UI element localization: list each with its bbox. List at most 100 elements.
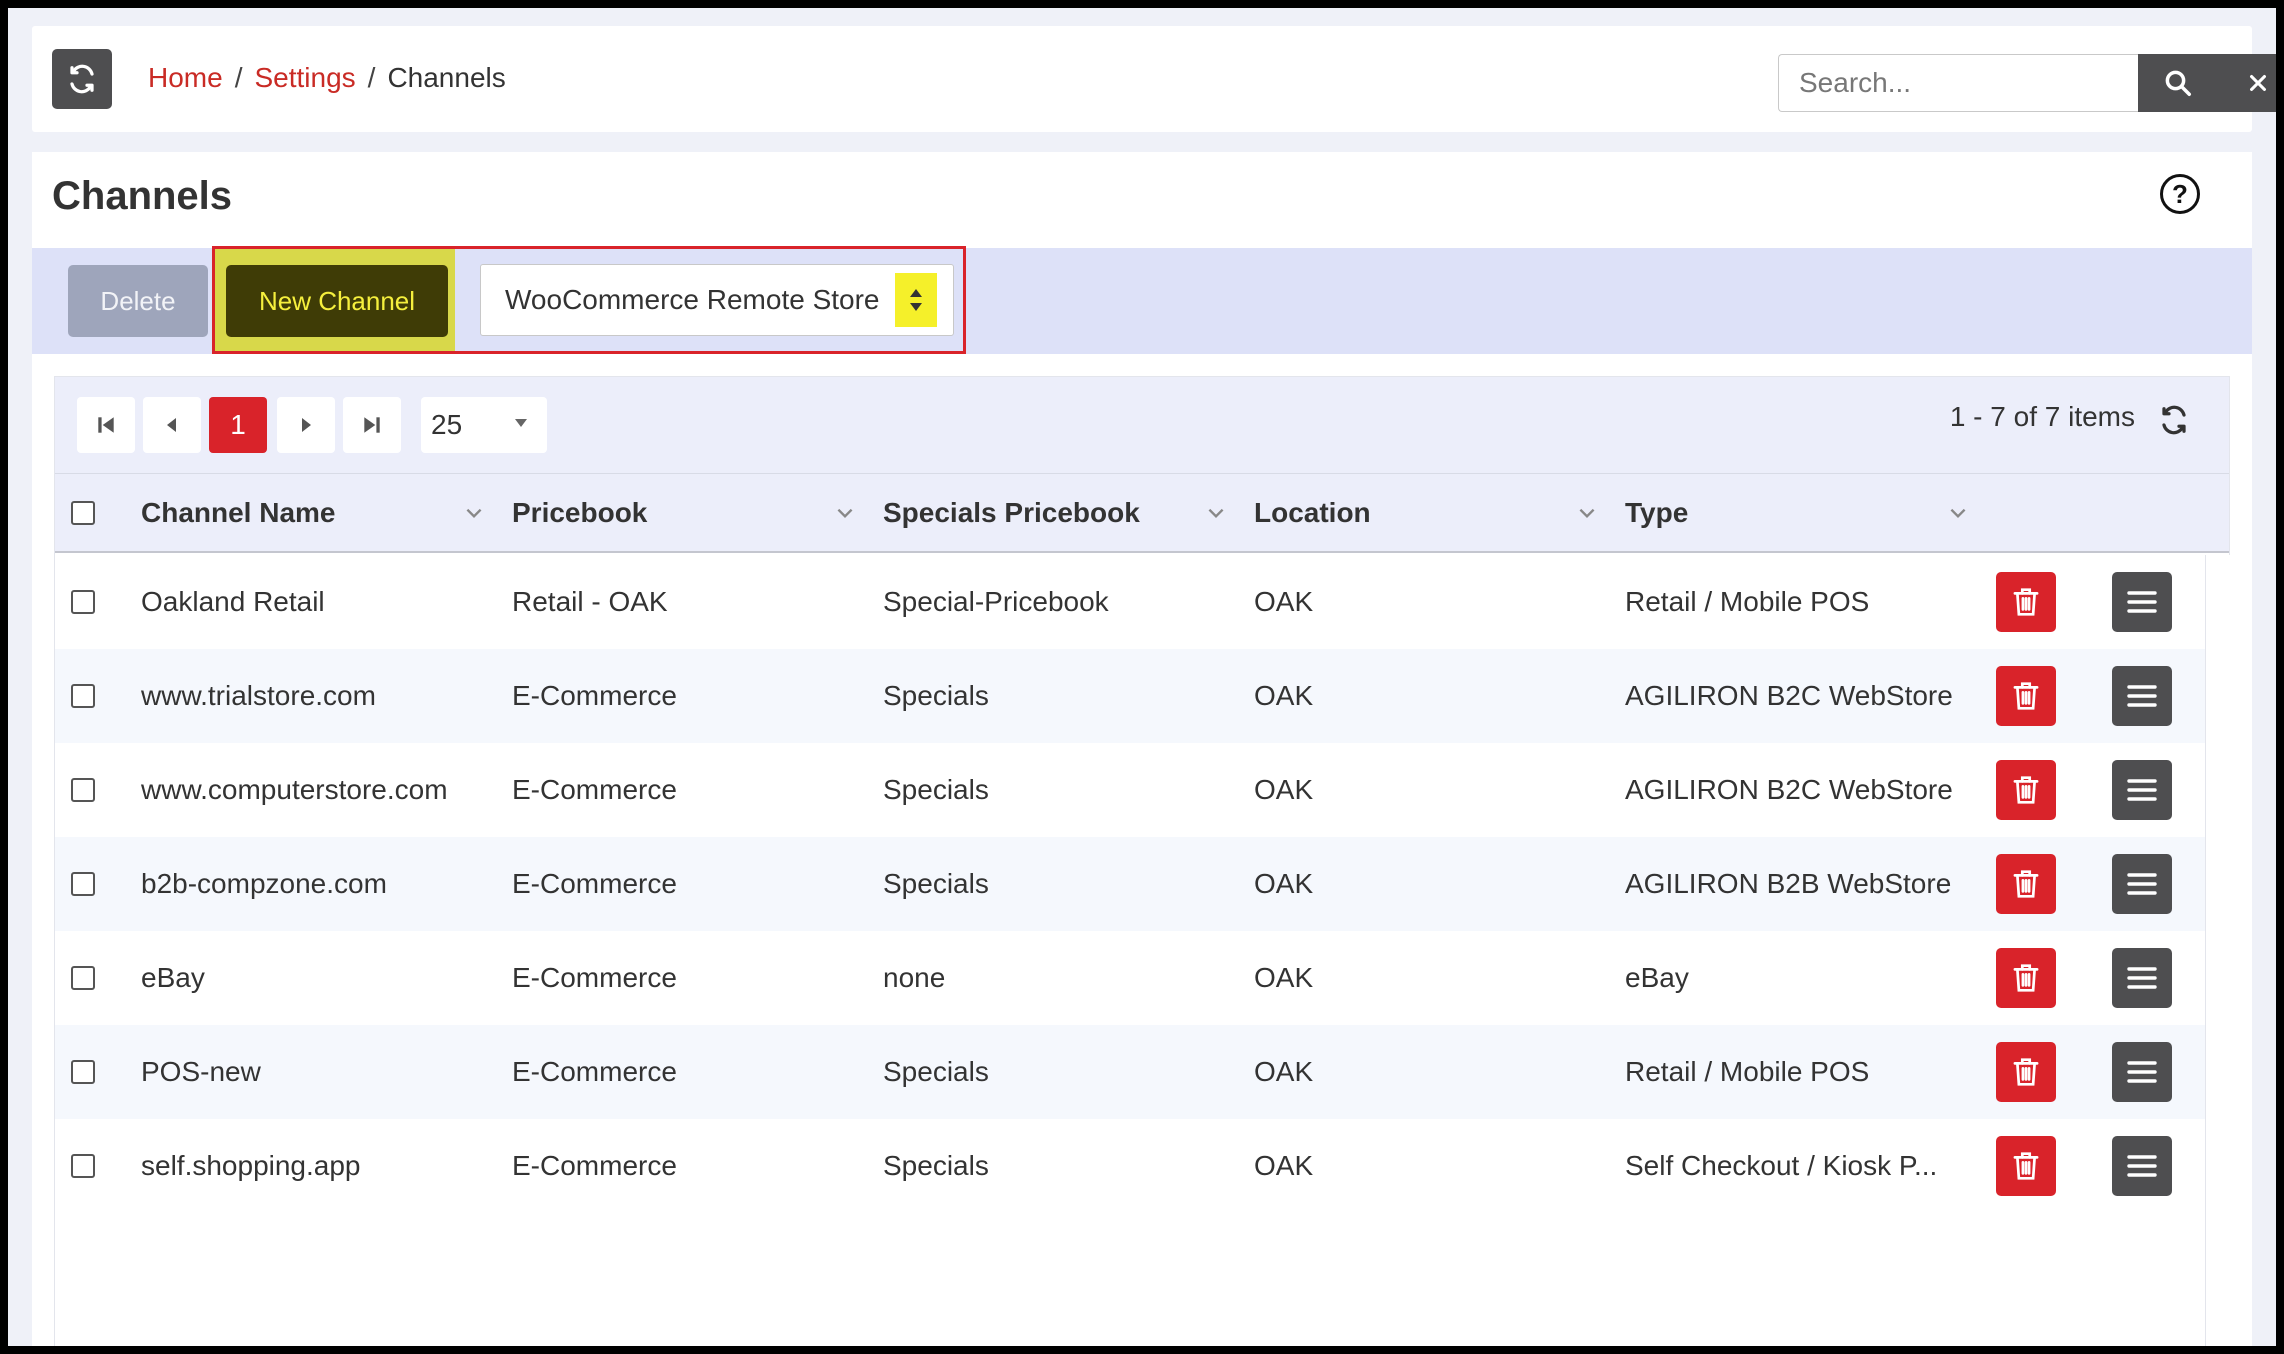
chevron-down-icon[interactable] [1205,502,1227,524]
row-menu-button[interactable] [2112,1042,2172,1102]
row-delete-button[interactable] [1996,1042,2056,1102]
cell-specials-pricebook: Specials [883,868,989,899]
refresh-icon [70,64,94,94]
cell-channel-name[interactable]: www.computerstore.com [141,743,501,837]
breadcrumb-current: Channels [387,62,506,93]
trash-icon [2013,588,2039,616]
page-size-select[interactable]: 25 [421,397,547,453]
last-page-button[interactable] [343,397,401,453]
page-title: Channels [52,174,233,218]
search-box [1778,54,2276,112]
grid-refresh-icon[interactable] [2159,405,2189,435]
pager: 1 25 1 - 7 of 7 items [55,377,2229,473]
breadcrumb-home[interactable]: Home [148,58,223,98]
clear-search-button[interactable] [2228,54,2276,112]
row-delete-button[interactable] [1996,760,2056,820]
column-header-type[interactable]: Type [1625,474,1969,552]
cell-type: Self Checkout / Kiosk P... [1625,1150,1938,1181]
chevron-down-icon[interactable] [463,502,485,524]
table-row[interactable]: b2b-compzone.com E-Commerce Specials OAK… [55,837,2207,931]
help-icon[interactable]: ? [2160,174,2200,214]
page-button-current[interactable]: 1 [209,397,267,453]
cell-channel-name[interactable]: eBay [141,931,501,1025]
column-header-label: Type [1625,497,1689,528]
last-page-icon [364,417,380,433]
row-checkbox[interactable] [71,1154,95,1178]
first-page-button[interactable] [77,397,135,453]
row-select-cell [71,555,101,649]
close-icon [2250,75,2266,91]
search-buttons [2138,54,2276,112]
toolbar: Delete New Channel WooCommerce Remote St… [32,246,2252,354]
row-checkbox[interactable] [71,1060,95,1084]
column-header-specials-pricebook[interactable]: Specials Pricebook [883,474,1227,552]
cell-channel-name[interactable]: self.shopping.app [141,1119,501,1213]
next-page-button[interactable] [277,397,335,453]
cell-specials-pricebook: Specials [883,1150,989,1181]
table-row[interactable]: self.shopping.app E-Commerce Specials OA… [55,1119,2207,1213]
trash-icon [2013,964,2039,992]
row-select-cell [71,1025,101,1119]
table-row[interactable]: POS-new E-Commerce Specials OAK Retail /… [55,1025,2207,1119]
row-menu-button[interactable] [2112,572,2172,632]
table-row[interactable]: eBay E-Commerce none OAK eBay [55,931,2207,1025]
column-header-pricebook[interactable]: Pricebook [512,474,856,552]
table-row[interactable]: www.computerstore.com E-Commerce Special… [55,743,2207,837]
row-delete-button[interactable] [1996,572,2056,632]
row-checkbox[interactable] [71,684,95,708]
column-header-label: Specials Pricebook [883,497,1140,528]
row-menu-button[interactable] [2112,854,2172,914]
cell-channel-name[interactable]: Oakland Retail [141,555,501,649]
menu-icon [2127,967,2157,989]
row-select-cell [71,837,101,931]
cell-channel-name[interactable]: www.trialstore.com [141,649,501,743]
row-delete-button[interactable] [1996,666,2056,726]
search-input[interactable] [1778,54,2138,112]
row-checkbox[interactable] [71,778,95,802]
column-header-channel-name[interactable]: Channel Name [141,474,485,552]
prev-page-icon [167,418,176,432]
select-all-cell [71,474,101,552]
row-menu-button[interactable] [2112,666,2172,726]
column-header-label: Channel Name [141,497,336,528]
row-menu-button[interactable] [2112,1136,2172,1196]
table-row[interactable]: www.trialstore.com E-Commerce Specials O… [55,649,2207,743]
prev-page-button[interactable] [143,397,201,453]
cell-type: Retail / Mobile POS [1625,1056,1870,1087]
trash-icon [2013,870,2039,898]
channels-grid: 1 25 1 - 7 of 7 items Channel Name Price… [54,376,2232,1346]
cell-type: AGILIRON B2C WebStore [1625,680,1953,711]
chevron-down-icon[interactable] [1947,502,1969,524]
cell-type: Retail / Mobile POS [1625,586,1870,617]
menu-icon [2127,1155,2157,1177]
row-menu-button[interactable] [2112,948,2172,1008]
first-page-icon [98,417,114,433]
pager-info: 1 - 7 of 7 items [1949,401,2135,432]
refresh-button[interactable] [52,49,112,109]
search-button[interactable] [2148,54,2208,112]
vertical-scrollbar[interactable] [2205,555,2232,1346]
cell-channel-name[interactable]: b2b-compzone.com [141,837,501,931]
row-menu-button[interactable] [2112,760,2172,820]
chevron-down-icon[interactable] [834,502,856,524]
breadcrumb-settings[interactable]: Settings [254,58,355,98]
delete-button[interactable]: Delete [68,265,208,337]
row-delete-button[interactable] [1996,854,2056,914]
row-delete-button[interactable] [1996,1136,2056,1196]
row-delete-button[interactable] [1996,948,2056,1008]
cell-location: OAK [1254,868,1314,899]
row-checkbox[interactable] [71,966,95,990]
select-all-checkbox[interactable] [71,501,95,525]
row-checkbox[interactable] [71,872,95,896]
chevron-down-icon[interactable] [1576,502,1598,524]
menu-icon [2127,873,2157,895]
cell-specials-pricebook: Specials [883,1056,989,1087]
column-header-location[interactable]: Location [1254,474,1598,552]
breadcrumb-separator: / [234,62,243,93]
table-row[interactable]: Oakland Retail Retail - OAK Special-Pric… [55,555,2207,649]
cell-specials-pricebook: none [883,962,946,993]
cell-pricebook: E-Commerce [512,1150,677,1181]
menu-icon [2127,1061,2157,1083]
cell-channel-name[interactable]: POS-new [141,1025,501,1119]
row-checkbox[interactable] [71,590,95,614]
